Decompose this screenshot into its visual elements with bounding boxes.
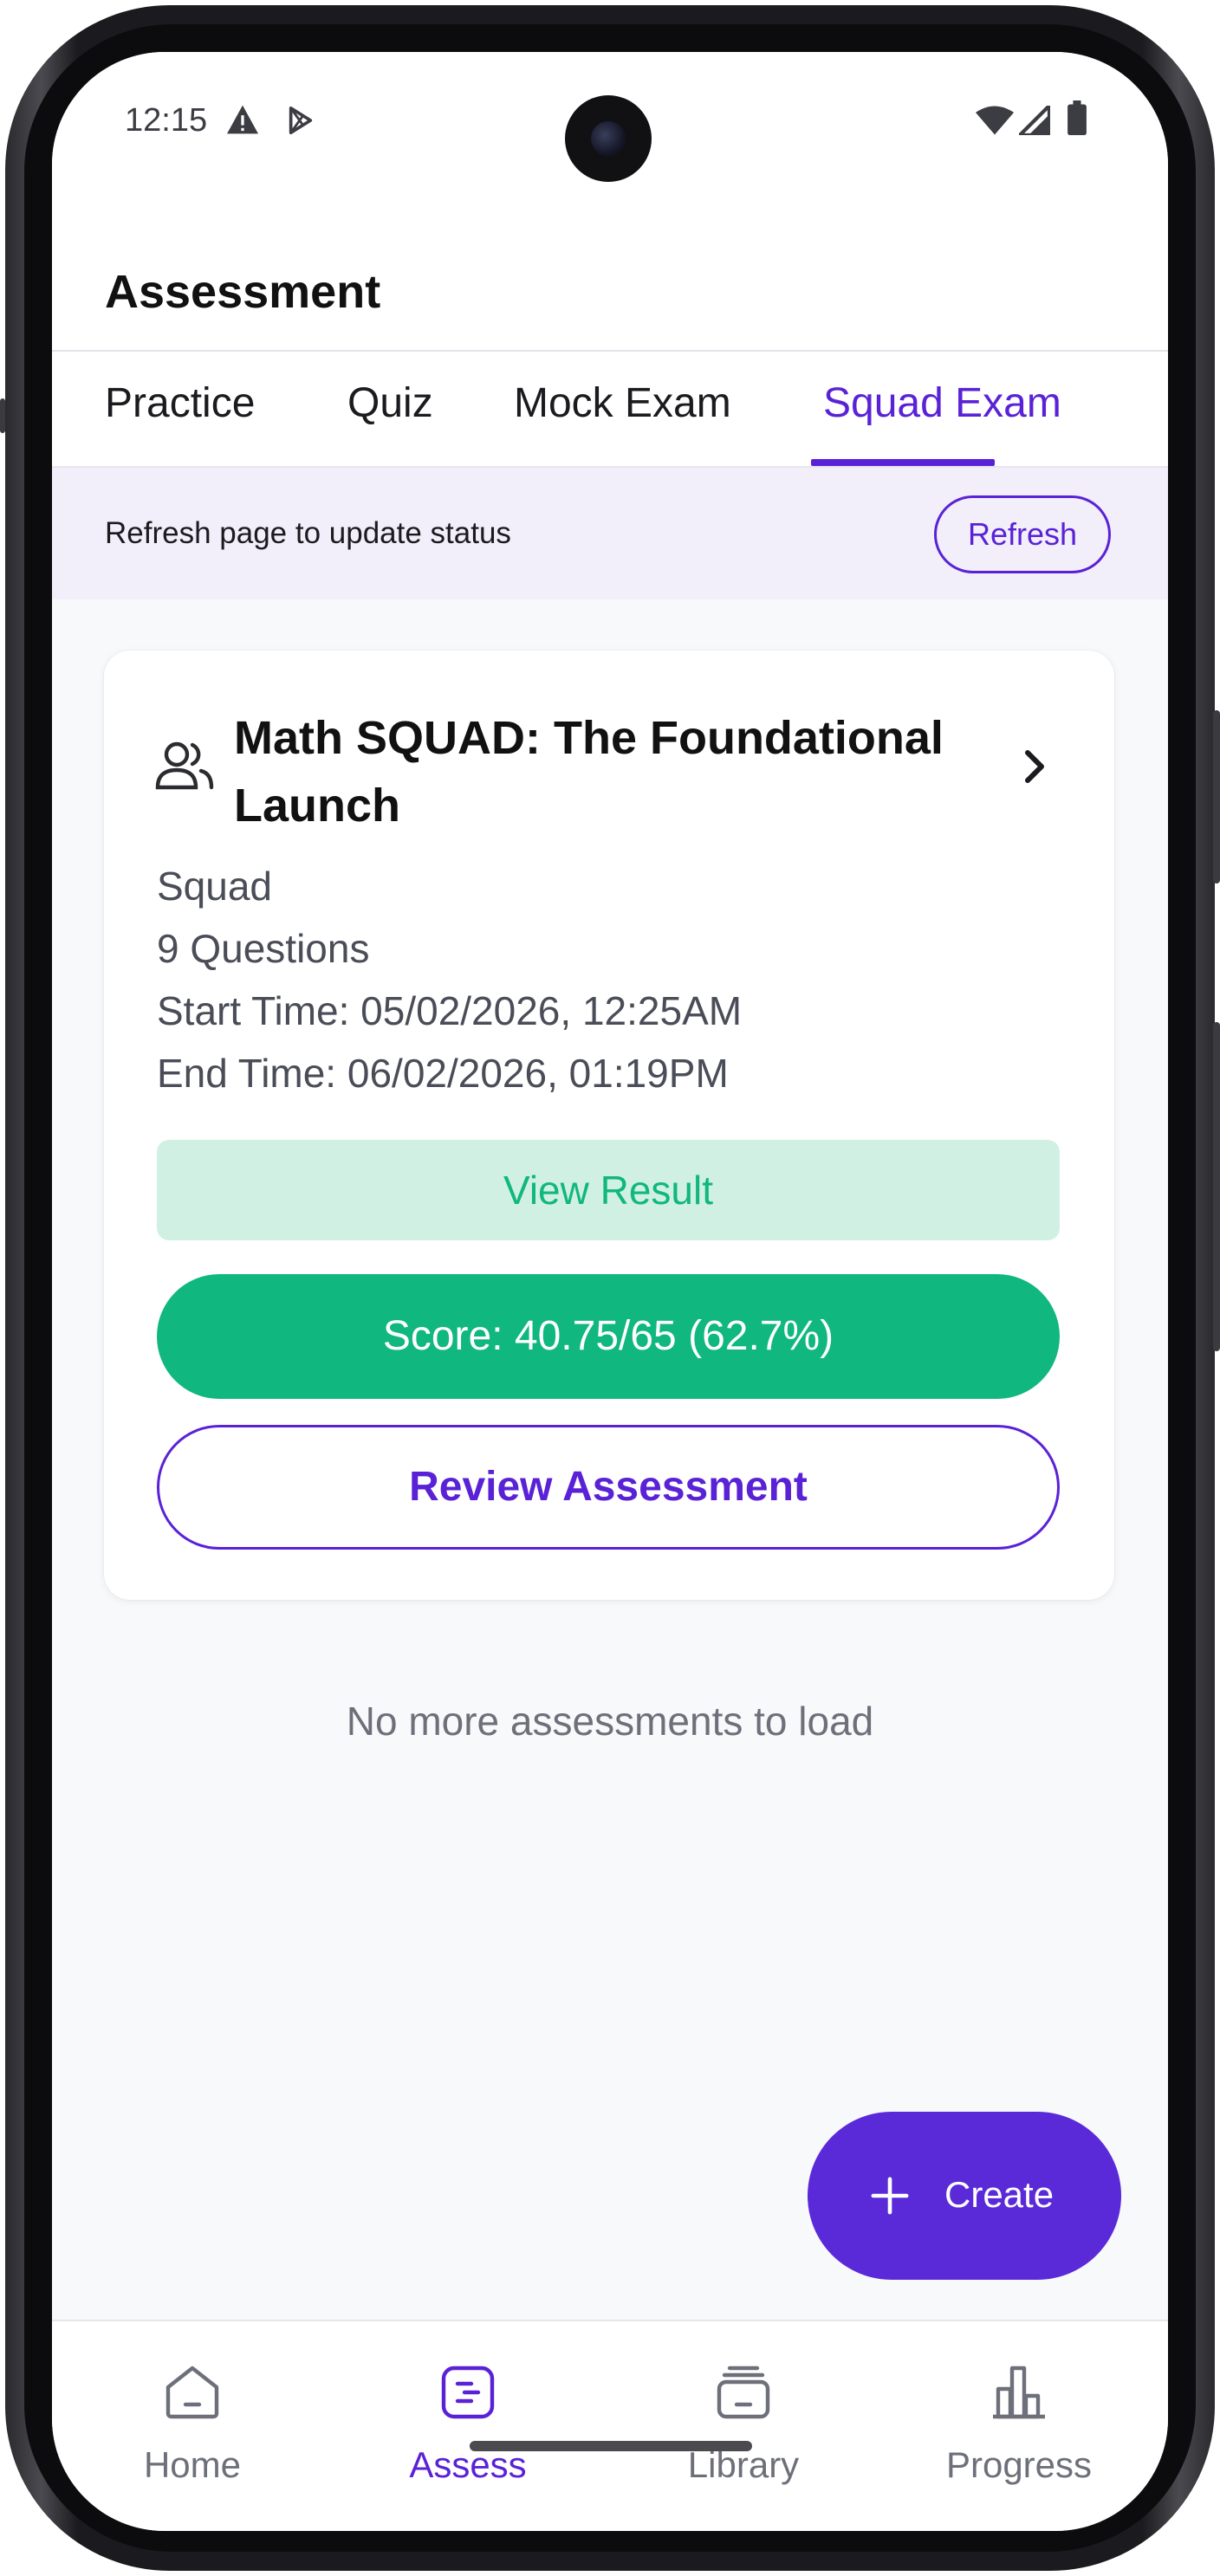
refresh-banner: Refresh page to update status Refresh <box>52 468 1168 599</box>
create-button[interactable]: Create <box>808 2112 1121 2280</box>
home-icon <box>163 2363 222 2426</box>
battery-icon <box>1068 100 1087 139</box>
assessment-card[interactable]: Math SQUAD: The Foundational Launch Squa… <box>104 650 1114 1600</box>
page-title: Assessment <box>105 266 381 318</box>
end-time: End Time: 06/02/2026, 01:19PM <box>157 1051 729 1096</box>
question-count: 9 Questions <box>157 926 370 971</box>
review-assessment-button[interactable]: Review Assessment <box>157 1425 1060 1550</box>
list-end-message: No more assessments to load <box>346 1699 874 1744</box>
play-store-icon <box>286 106 315 139</box>
signal-icon <box>1015 100 1052 139</box>
start-time: Start Time: 05/02/2026, 12:25AM <box>157 988 743 1033</box>
tab-bar: Practice Quiz Mock Exam Squad Exam <box>52 352 1168 468</box>
assess-icon <box>438 2363 497 2426</box>
tab-squad-exam[interactable]: Squad Exam <box>823 379 1061 427</box>
tab-quiz[interactable]: Quiz <box>347 379 433 427</box>
nav-assess[interactable]: Assess <box>355 2321 581 2531</box>
volume-button <box>1213 1022 1220 1351</box>
assessment-title: Math SQUAD: The Foundational Launch <box>234 712 944 832</box>
refresh-button[interactable]: Refresh <box>934 495 1111 573</box>
users-icon <box>154 739 215 795</box>
screen: 12:15 Assessment Practice Quiz Mock Exam… <box>52 52 1168 2531</box>
warning-icon <box>225 104 260 139</box>
score-badge: Score: 40.75/65 (62.7%) <box>157 1274 1060 1399</box>
refresh-banner-text: Refresh page to update status <box>105 516 511 550</box>
active-tab-indicator <box>811 459 995 466</box>
app-header: Assessment <box>52 225 1168 352</box>
library-icon <box>714 2363 773 2426</box>
nav-home[interactable]: Home <box>80 2321 305 2531</box>
status-bar: 12:15 <box>52 52 1168 225</box>
chevron-right-icon[interactable] <box>1019 746 1050 792</box>
create-label: Create <box>944 2174 1055 2215</box>
status-time: 12:15 <box>125 102 208 139</box>
home-indicator[interactable] <box>470 2441 752 2451</box>
power-button <box>1213 710 1220 883</box>
front-camera <box>565 95 652 182</box>
tab-mock-exam[interactable]: Mock Exam <box>514 379 731 427</box>
progress-icon <box>990 2363 1048 2426</box>
left-side-button <box>0 398 5 433</box>
plus-icon <box>870 2176 910 2220</box>
wifi-icon <box>976 106 1014 139</box>
device-frame: 12:15 Assessment Practice Quiz Mock Exam… <box>0 0 1220 2576</box>
assessment-type: Squad <box>157 864 273 909</box>
nav-progress-label: Progress <box>945 2444 1093 2485</box>
tab-practice[interactable]: Practice <box>105 379 255 427</box>
nav-home-label: Home <box>143 2444 242 2485</box>
nav-progress[interactable]: Progress <box>906 2321 1132 2531</box>
nav-library[interactable]: Library <box>631 2321 856 2531</box>
view-result-button[interactable]: View Result <box>157 1140 1060 1240</box>
bottom-navigation: Home Assess Library Progress <box>52 2320 1168 2531</box>
